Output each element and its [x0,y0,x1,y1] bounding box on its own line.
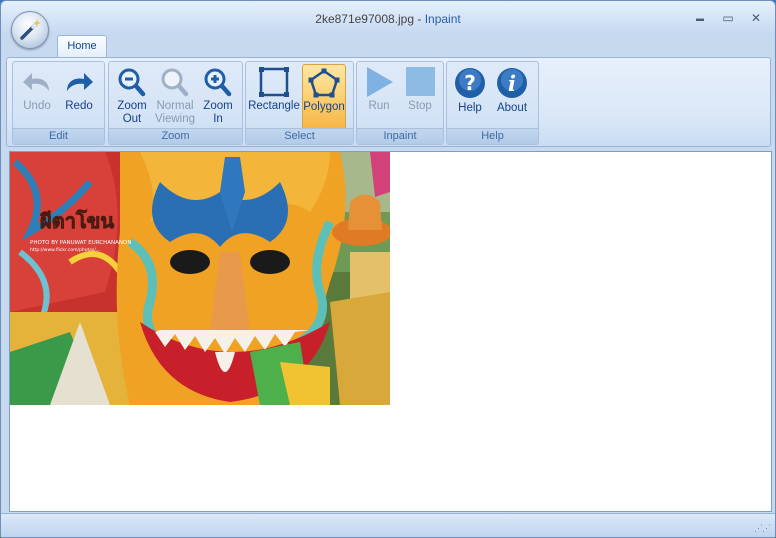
loaded-photo[interactable]: ผีตาโขน PHOTO BY PANUWAT EURCHANANON htt… [10,152,390,405]
help-group-label: Help [447,128,538,144]
run-label: Run [368,100,390,112]
resize-grip-icon[interactable]: ⋰⋰ [754,523,771,534]
zoom-out-label-line1: Zoom [117,100,147,112]
info-icon: i [497,68,527,98]
svg-text:?: ? [464,71,476,95]
minimize-icon: ▬ [696,13,704,23]
normal-viewing-label-line1: Normal [156,100,194,112]
watermark-url: http://www.flickr.com/photos/... [30,247,100,253]
zoom-out-label-line2: Out [122,113,142,125]
minimize-button[interactable]: ▬ [689,10,711,26]
edit-group-label: Edit [13,128,104,144]
normal-viewing-button[interactable]: Normal Viewing [153,64,197,128]
undo-button[interactable]: Undo [17,64,57,128]
zoom-in-label-line1: Zoom [203,100,233,112]
help-group: ? Help i About Help [446,61,539,145]
maximize-icon: ▭ [722,11,734,25]
close-icon: ✕ [750,11,762,25]
zoom-group-label: Zoom [109,128,242,144]
tab-home[interactable]: Home [57,35,107,58]
about-label: About [496,102,528,114]
undo-label: Undo [23,100,51,112]
help-button[interactable]: ? Help [450,64,490,128]
window-title: 2ke871e97008.jpg - Inpaint [1,12,775,26]
title-bar[interactable]: 2ke871e97008.jpg - Inpaint ▬ ▭ ✕ [1,1,775,35]
normal-viewing-label-line2: Viewing [154,113,196,125]
application-menu-button[interactable] [11,11,49,49]
run-button[interactable]: Run [359,64,399,128]
file-name: 2ke871e97008.jpg [315,12,415,26]
zoom-in-icon [204,68,232,97]
app-window: 2ke871e97008.jpg - Inpaint ▬ ▭ ✕ Home Un… [0,0,776,538]
image-canvas[interactable]: ผีตาโขน PHOTO BY PANUWAT EURCHANANON htt… [9,151,772,512]
redo-icon [67,73,93,91]
zoom-out-button[interactable]: Zoom Out [112,64,152,128]
magic-wand-icon [20,19,41,40]
rectangle-label: Rectangle [248,100,300,112]
rectangle-select-icon [259,67,289,97]
app-name: Inpaint [424,12,461,26]
zoom-in-button[interactable]: Zoom In [198,64,238,128]
redo-button[interactable]: Redo [59,64,99,128]
maximize-button[interactable]: ▭ [717,10,739,26]
polygon-select-icon [308,68,340,98]
festival-mask-photo: ผีตาโขน PHOTO BY PANUWAT EURCHANANON htt… [10,152,390,405]
play-icon [367,67,393,97]
polygon-select-button[interactable]: Polygon [302,64,346,130]
zoom-group: Zoom Out Normal Viewing Zoom In Zoom [108,61,243,145]
select-group-label: Select [246,128,353,144]
rectangle-select-button[interactable]: Rectangle [248,64,300,128]
title-separator: - [414,12,425,26]
polygon-label: Polygon [303,101,345,113]
zoom-in-label-line2: In [213,113,223,125]
window-controls: ▬ ▭ ✕ [689,10,767,26]
undo-icon [23,73,49,91]
edit-group: Undo Redo Edit [12,61,105,145]
stop-label: Stop [408,100,432,112]
inpaint-group: Run Stop Inpaint [356,61,444,145]
watermark-title: ผีตาโขน [40,209,115,233]
zoom-out-label: Zoom Out [112,100,152,126]
select-group: Rectangle Polygon Select [245,61,354,145]
watermark-credit: PHOTO BY PANUWAT EURCHANANON [30,240,131,246]
inpaint-group-label: Inpaint [357,128,443,144]
ribbon-tabs: Home [1,35,775,58]
about-button[interactable]: i About [492,64,532,128]
stop-button[interactable]: Stop [400,64,440,128]
ribbon: Undo Redo Edit Zoom Out Normal Viewing Z… [6,57,771,147]
zoom-in-label: Zoom In [198,100,238,126]
close-button[interactable]: ✕ [745,10,767,26]
status-bar: ⋰⋰ [1,513,775,537]
redo-label: Redo [65,100,93,112]
help-label: Help [458,102,482,114]
zoom-out-icon [118,68,146,97]
svg-text:i: i [508,71,516,96]
stop-icon [406,67,435,96]
magnifier-icon [161,68,189,97]
help-icon: ? [455,68,485,98]
normal-viewing-label: Normal Viewing [153,100,197,126]
